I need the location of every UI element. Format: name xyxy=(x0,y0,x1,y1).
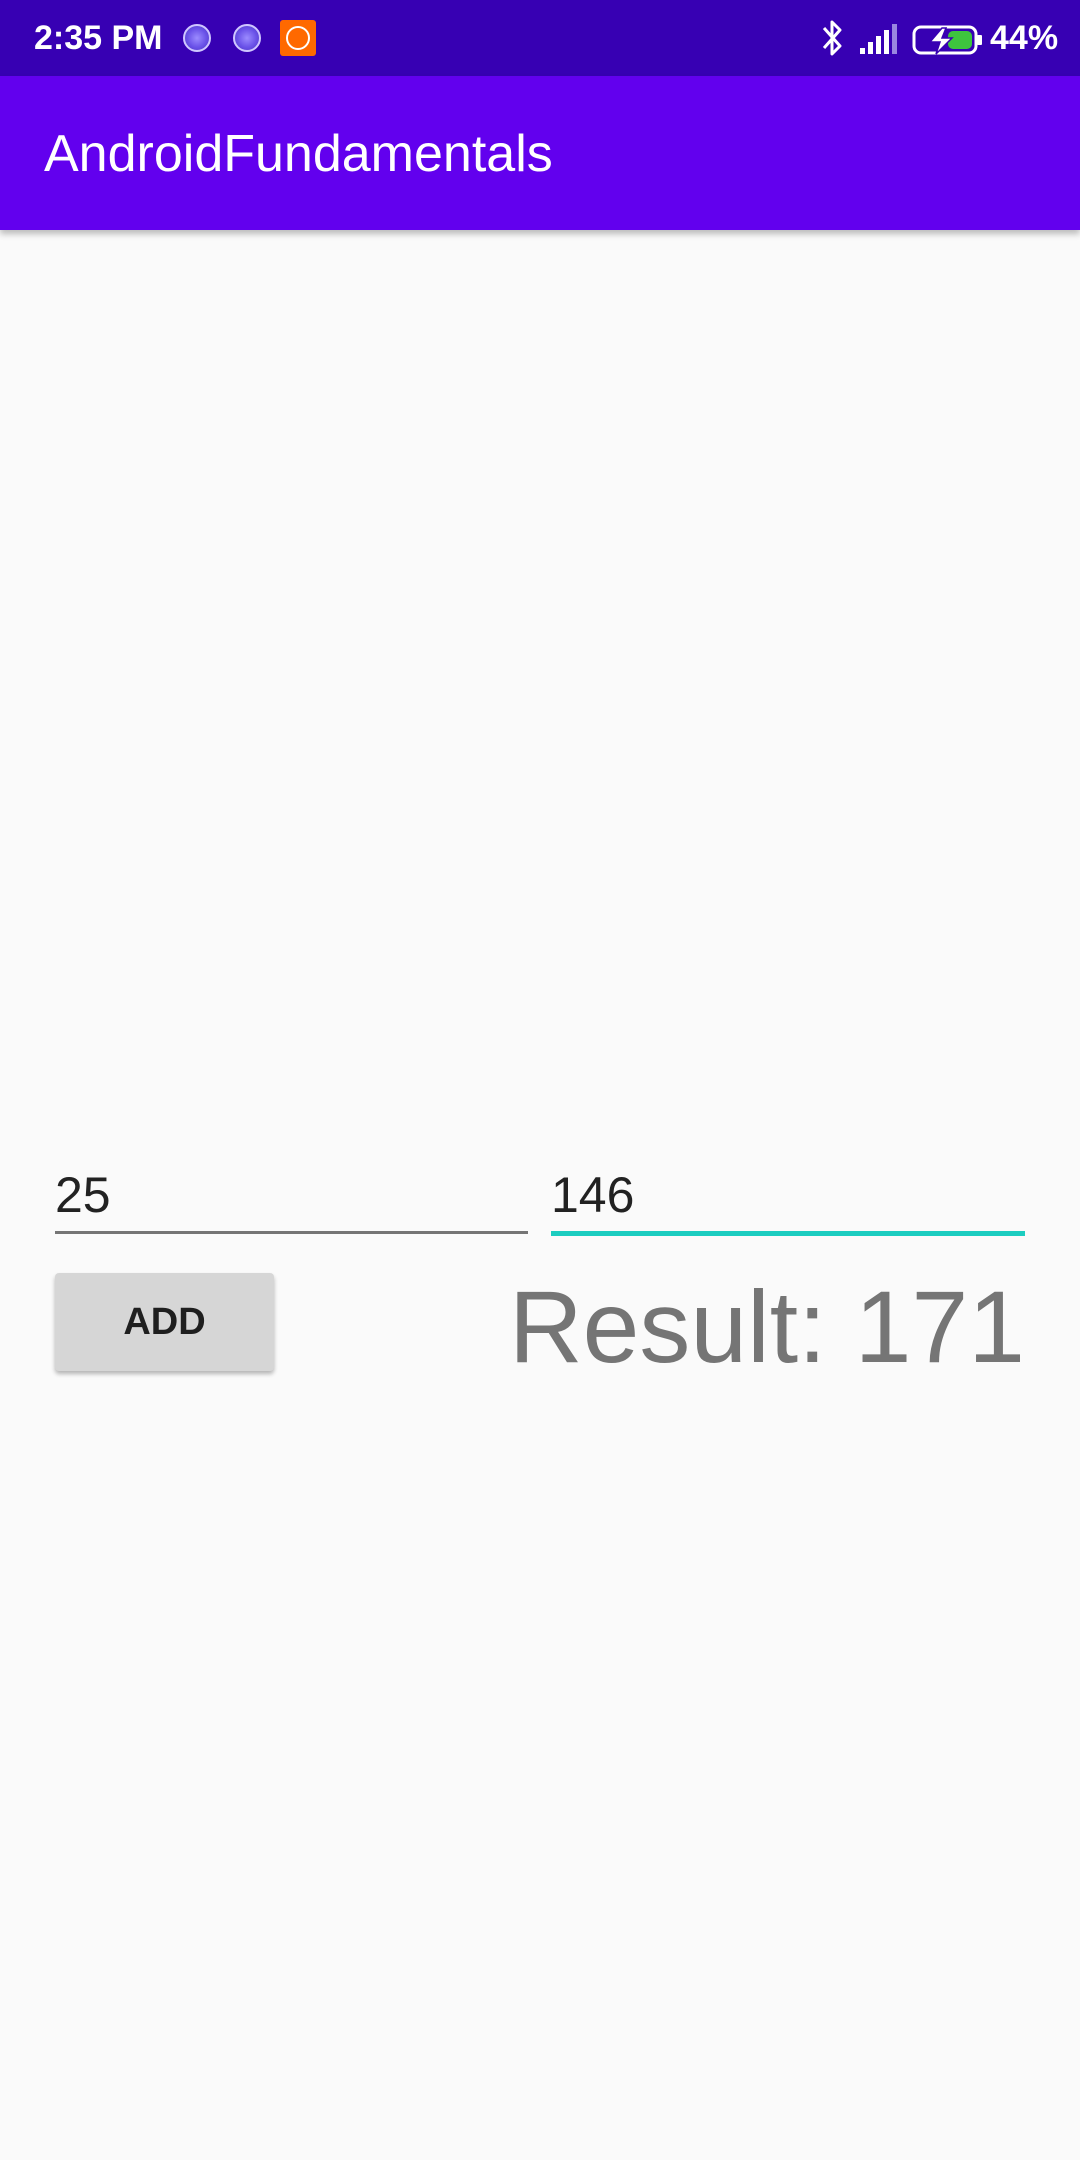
first-number-underline xyxy=(55,1231,528,1234)
battery-percent: 44% xyxy=(990,19,1059,57)
add-button[interactable]: ADD xyxy=(55,1273,274,1371)
notification-icon xyxy=(233,24,261,52)
battery-charging-icon xyxy=(912,25,982,55)
first-number-input[interactable] xyxy=(55,1155,528,1235)
notification-icon xyxy=(183,24,211,52)
app-bar: AndroidFundamentals xyxy=(0,76,1080,230)
status-time: 2:35 PM xyxy=(34,19,163,57)
status-bar: 2:35 PM 44% xyxy=(0,0,1080,76)
bluetooth-icon xyxy=(822,20,842,56)
second-number-input[interactable] xyxy=(551,1155,1025,1235)
second-number-field[interactable] xyxy=(551,1155,1025,1236)
signal-icon xyxy=(860,24,897,54)
result-text: Result: 171 xyxy=(509,1270,1025,1384)
second-number-underline xyxy=(551,1231,1025,1236)
mi-icon xyxy=(280,20,316,56)
app-title: AndroidFundamentals xyxy=(44,125,553,183)
first-number-field[interactable] xyxy=(55,1155,528,1235)
